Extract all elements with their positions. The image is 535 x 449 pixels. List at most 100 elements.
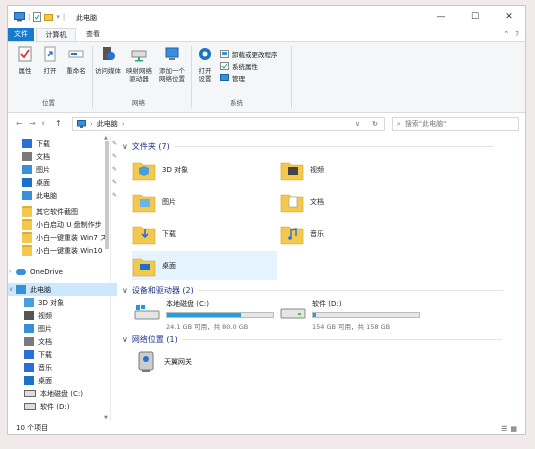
- recent-locations-button[interactable]: ∨: [41, 120, 45, 127]
- network-location-icon: [165, 47, 179, 60]
- pin-icon[interactable]: ✎: [112, 166, 117, 173]
- computer-icon: [77, 120, 86, 128]
- tab-view[interactable]: 查看: [78, 28, 108, 41]
- address-dropdown-icon[interactable]: ∨: [355, 120, 360, 128]
- ribbon: 属性 打开 重命名 位置 访问媒体 映射网络驱动器 添加一个网络位置 网络 打开…: [8, 41, 525, 113]
- sidebar-item-label: 文档: [36, 152, 50, 161]
- sidebar-item-label: 此电脑: [30, 285, 51, 294]
- chevron-right-icon[interactable]: ›: [9, 268, 11, 275]
- section-header-folders[interactable]: ∨ 文件夹 (7): [122, 141, 494, 152]
- forward-button[interactable]: →: [29, 119, 36, 128]
- help-icon[interactable]: ?: [515, 30, 519, 38]
- folder-item[interactable]: 图片: [132, 187, 277, 216]
- properties-icon[interactable]: [33, 12, 42, 22]
- tab-file[interactable]: 文件: [8, 28, 34, 41]
- sidebar-item-label: 本地磁盘 (C:): [40, 389, 83, 398]
- close-button[interactable]: ✕: [492, 6, 526, 28]
- rename-button[interactable]: 重命名: [63, 46, 89, 75]
- folder-item[interactable]: 文档: [280, 187, 425, 216]
- rename-icon: [68, 50, 84, 58]
- uninstall-button[interactable]: 卸载或更改程序: [220, 49, 278, 59]
- folder-item[interactable]: 视频: [280, 155, 425, 184]
- tab-computer[interactable]: 计算机: [36, 28, 76, 41]
- 3d-objects-icon: [24, 298, 34, 307]
- add-network-location-button[interactable]: 添加一个网络位置: [156, 46, 188, 83]
- gear-icon: [199, 48, 211, 60]
- new-folder-icon[interactable]: [44, 13, 54, 21]
- access-media-button[interactable]: 访问媒体: [94, 46, 122, 75]
- address-bar[interactable]: › 此电脑 › ∨ ↻: [72, 117, 385, 131]
- manage-label: 管理: [232, 75, 245, 83]
- drive-item[interactable]: 本地磁盘 (C:) 24.1 GB 可用，共 80.0 GB: [134, 299, 274, 331]
- details-view-icon[interactable]: ☰: [501, 425, 507, 433]
- properties-button[interactable]: 属性: [14, 46, 36, 75]
- drive-usage-fill: [313, 313, 316, 317]
- manage-button[interactable]: 管理: [220, 73, 245, 83]
- video-icon: [24, 311, 34, 320]
- content-pane: ∨ 文件夹 (7) 3D 对象 视频 图片 文档下载 音乐桌面 ∨ 设备和驱动器 (2)…: [118, 135, 519, 421]
- 3d-objects-folder-icon: [132, 162, 156, 180]
- folder-item-label: 文档: [310, 197, 324, 206]
- chevron-down-icon: ∨: [122, 142, 128, 151]
- document-folder-icon: [280, 194, 304, 212]
- nav-scroll-thumb[interactable]: [105, 141, 109, 249]
- breadcrumb-separator[interactable]: ›: [90, 120, 93, 128]
- quick-access-toolbar: | ▾ |: [14, 12, 65, 22]
- back-button[interactable]: ←: [16, 119, 23, 128]
- breadcrumb-separator[interactable]: ›: [122, 120, 125, 128]
- properties-label: 属性: [18, 67, 32, 75]
- pin-icon[interactable]: ✎: [112, 192, 117, 199]
- pin-icon[interactable]: ✎: [112, 153, 117, 160]
- section-header-drives[interactable]: ∨ 设备和驱动器 (2): [122, 285, 503, 296]
- music-folder-icon: [280, 226, 304, 244]
- sidebar-item-label: 文档: [38, 337, 52, 346]
- open-icon: [44, 46, 56, 62]
- map-network-drive-button[interactable]: 映射网络驱动器: [124, 46, 154, 83]
- system-properties-button[interactable]: 系统属性: [220, 61, 258, 71]
- customize-toolbar-icon[interactable]: ▾: [56, 13, 60, 21]
- system-properties-icon: [220, 62, 229, 70]
- ribbon-tabs: 文件 计算机 查看 ⌃ ?: [8, 28, 525, 41]
- chevron-down-icon[interactable]: ∨: [9, 286, 13, 293]
- breadcrumb-this-pc[interactable]: 此电脑: [97, 119, 118, 129]
- open-button[interactable]: 打开: [39, 46, 61, 75]
- rename-label: 重命名: [66, 67, 86, 75]
- folder-item[interactable]: 3D 对象: [132, 155, 277, 184]
- open-settings-button[interactable]: 打开设置: [194, 46, 216, 83]
- minimize-button[interactable]: —: [424, 6, 458, 28]
- sidebar-item[interactable]: ∨ 此电脑: [8, 283, 117, 296]
- folder-icon: [22, 206, 32, 217]
- chevron-down-icon: ∨: [122, 286, 128, 295]
- folder-item[interactable]: 桌面: [132, 251, 277, 280]
- drive-usage-bar: [312, 312, 420, 318]
- group-label-location: 位置: [42, 99, 55, 107]
- pin-icon[interactable]: ✎: [112, 179, 117, 186]
- manage-icon: [220, 74, 229, 81]
- folder-item[interactable]: 音乐: [280, 219, 425, 248]
- drive-icon: [24, 403, 36, 410]
- router-icon: [138, 351, 154, 372]
- uninstall-icon: [220, 50, 229, 58]
- sidebar-item-label: 小白一键重装 Win7 ス: [36, 233, 108, 242]
- folder-item-label: 桌面: [162, 261, 176, 270]
- access-media-label: 访问媒体: [95, 67, 121, 75]
- network-item-router[interactable]: 天翼网关: [134, 349, 254, 375]
- large-icons-view-icon[interactable]: ▦: [510, 425, 517, 433]
- maximize-button[interactable]: ☐: [458, 6, 492, 28]
- search-input[interactable]: ⌕ 搜索"此电脑": [392, 117, 519, 131]
- sidebar-item-label: 桌面: [38, 376, 52, 385]
- refresh-icon[interactable]: ↻: [372, 120, 378, 128]
- nav-scrollbar[interactable]: ▲ ▼: [104, 135, 110, 421]
- folder-item-label: 3D 对象: [162, 165, 189, 174]
- pin-icon[interactable]: ✎: [112, 140, 117, 147]
- up-button[interactable]: ↑: [55, 119, 62, 128]
- section-header-network[interactable]: ∨ 网络位置 (1): [122, 334, 502, 345]
- drive-icon: [24, 390, 36, 397]
- download-icon: [24, 350, 34, 359]
- drive-item[interactable]: 软件 (D:) 154 GB 可用，共 158 GB: [280, 299, 420, 331]
- search-placeholder: 搜索"此电脑": [404, 120, 447, 128]
- folder-item[interactable]: 下载: [132, 219, 277, 248]
- sidebar-item[interactable]: › OneDrive: [8, 265, 117, 278]
- collapse-ribbon-icon[interactable]: ⌃: [503, 30, 509, 38]
- folder-icon: [22, 219, 32, 230]
